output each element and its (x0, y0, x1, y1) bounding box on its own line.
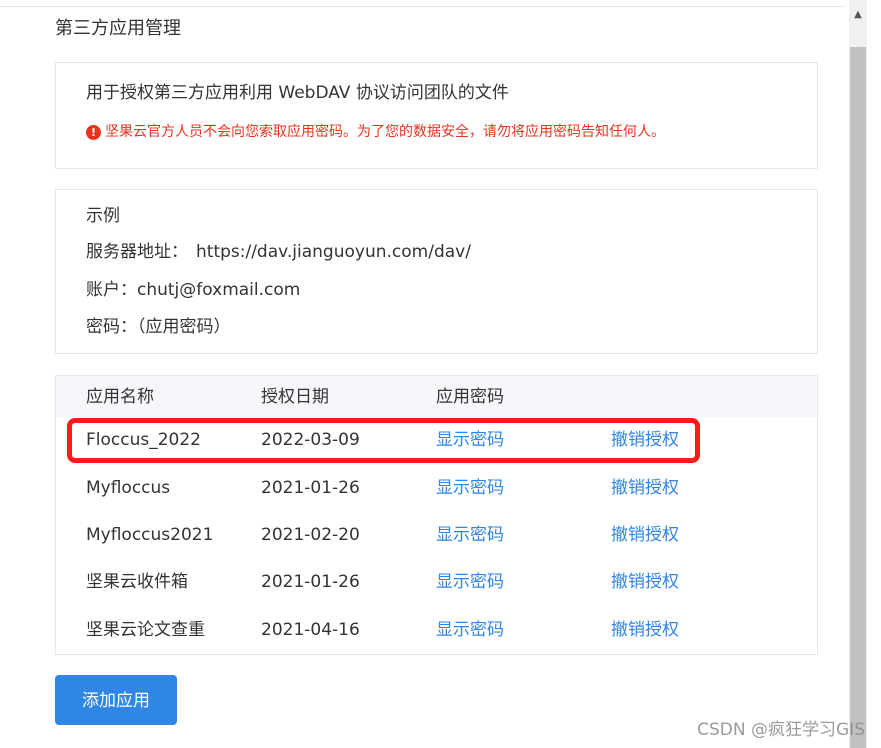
description-card: 用于授权第三方应用利用 WebDAV 协议访问团队的文件 ! 坚果云官方人员不会… (55, 62, 818, 169)
app-table: 应用名称 授权日期 应用密码 Floccus_2022 2022-03-09 显… (55, 375, 818, 655)
password-label: 密码： (86, 317, 137, 337)
example-title: 示例 (86, 206, 120, 226)
warning-message: ! 坚果云官方人员不会向您索取应用密码。为了您的数据安全，请勿将应用密码告知任何… (86, 122, 665, 142)
scroll-up-arrow-icon[interactable]: ▲ (849, 8, 867, 22)
add-app-button[interactable]: 添加应用 (55, 675, 177, 725)
show-password-link[interactable]: 显示密码 (436, 476, 504, 500)
app-name: 坚果云收件箱 (86, 572, 188, 592)
table-header: 应用名称 授权日期 应用密码 (56, 376, 817, 417)
header-app-name: 应用名称 (86, 387, 154, 407)
auth-date: 2021-01-26 (261, 478, 360, 498)
table-row: Floccus_2022 2022-03-09 显示密码 撤销授权 (56, 428, 817, 475)
header-app-password: 应用密码 (436, 387, 504, 407)
page-title: 第三方应用管理 (55, 18, 181, 39)
account-label: 账户： (86, 280, 137, 300)
warning-text: 坚果云官方人员不会向您索取应用密码。为了您的数据安全，请勿将应用密码告知任何人。 (105, 124, 665, 140)
example-server-line: 服务器地址： https://dav.jianguoyun.com/dav/ (86, 240, 471, 264)
server-label: 服务器地址： (86, 242, 188, 262)
show-password-link[interactable]: 显示密码 (436, 570, 504, 594)
table-row: 坚果云收件箱 2021-01-26 显示密码 撤销授权 (56, 570, 817, 617)
revoke-auth-link[interactable]: 撤销授权 (611, 476, 679, 500)
auth-date: 2021-04-16 (261, 620, 360, 640)
server-value: https://dav.jianguoyun.com/dav/ (196, 242, 471, 262)
app-name: Myfloccus (86, 478, 171, 498)
watermark-text: CSDN @疯狂学习GIS (697, 720, 865, 740)
show-password-link[interactable]: 显示密码 (436, 523, 504, 547)
show-password-link[interactable]: 显示密码 (436, 428, 504, 452)
auth-date: 2021-01-26 (261, 572, 360, 592)
table-row: Myfloccus 2021-01-26 显示密码 撤销授权 (56, 476, 817, 523)
revoke-auth-link[interactable]: 撤销授权 (611, 570, 679, 594)
example-password-line: 密码：（应用密码） (86, 315, 231, 339)
exclamation-circle-icon: ! (86, 124, 101, 140)
account-value: chutj@foxmail.com (137, 280, 301, 300)
app-name: 坚果云论文查重 (86, 620, 205, 640)
header-auth-date: 授权日期 (261, 387, 329, 407)
scrollbar-thumb[interactable] (850, 47, 866, 748)
top-divider (0, 6, 846, 7)
vertical-scrollbar[interactable]: ▲ (849, 0, 867, 748)
revoke-auth-link[interactable]: 撤销授权 (611, 428, 679, 452)
example-account-line: 账户：chutj@foxmail.com (86, 278, 300, 302)
third-party-app-page: 第三方应用管理 用于授权第三方应用利用 WebDAV 协议访问团队的文件 ! 坚… (0, 0, 881, 748)
auth-date: 2022-03-09 (261, 430, 360, 450)
revoke-auth-link[interactable]: 撤销授权 (611, 618, 679, 642)
description-text: 用于授权第三方应用利用 WebDAV 协议访问团队的文件 (86, 83, 509, 103)
revoke-auth-link[interactable]: 撤销授权 (611, 523, 679, 547)
table-row: 坚果云论文查重 2021-04-16 显示密码 撤销授权 (56, 618, 817, 665)
auth-date: 2021-02-20 (261, 525, 360, 545)
app-name: Myfloccus2021 (86, 525, 214, 545)
show-password-link[interactable]: 显示密码 (436, 618, 504, 642)
password-value: （应用密码） (137, 317, 231, 337)
app-name: Floccus_2022 (86, 430, 201, 450)
example-card: 示例 服务器地址： https://dav.jianguoyun.com/dav/… (55, 189, 818, 354)
table-row: Myfloccus2021 2021-02-20 显示密码 撤销授权 (56, 523, 817, 570)
